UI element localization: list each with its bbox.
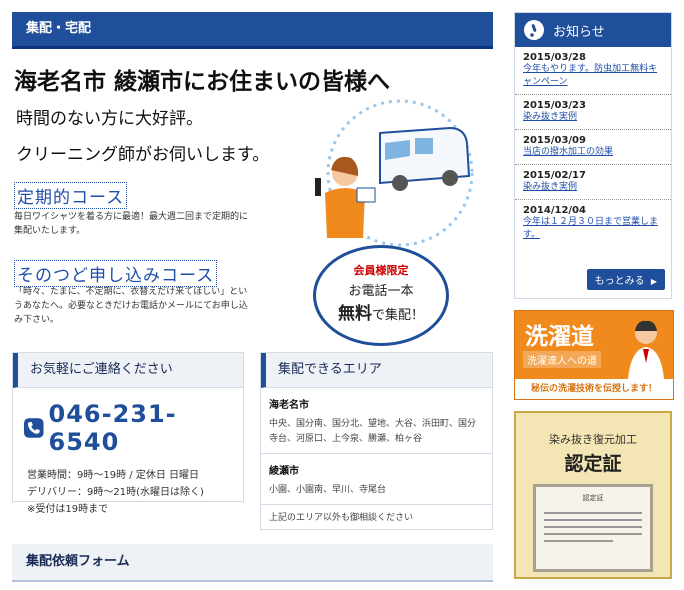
certificate-image: 認定証	[533, 484, 653, 572]
banner1-sub: 洗濯達人への道	[523, 351, 601, 368]
more-button[interactable]: もっとみる ▶	[586, 269, 665, 290]
city1-areas: 中央、国分南、国分北、望地、大谷、浜田町、国分寺台、河原口、上今泉、勝瀬、柏ヶ谷	[269, 419, 477, 444]
free-pickup-badge: 会員様限定 お電話一本 無料で集配！	[313, 245, 449, 346]
news-link[interactable]: 染み抜き実例	[523, 181, 663, 194]
city2-areas: 小園、小園南、早川、寺尾台	[269, 485, 387, 495]
course2-title: そのつど申し込みコース	[14, 260, 218, 287]
city2-name: 綾瀬市	[269, 466, 299, 477]
business-hours: 営業時間：9時〜19時 / 定休日 日曜日	[27, 470, 199, 481]
news-item: 2015/03/09 当店の撥水加工の効果	[515, 130, 671, 165]
certificate-banner[interactable]: 染み抜き復元加工 認定証 認定証	[514, 411, 672, 579]
lead-text-1: 時間のない方に大好評。	[16, 109, 203, 129]
area-box: 集配できるエリア 海老名市 中央、国分南、国分北、望地、大谷、浜田町、国分寺台、…	[260, 352, 493, 530]
banner2-line2: 認定証	[564, 453, 622, 475]
request-form-bar: 集配依頼フォーム	[12, 544, 493, 582]
certificate-inner-title: 認定証	[582, 494, 604, 502]
news-item: 2015/03/23 染み抜き実例	[515, 95, 671, 130]
badge-phone-call: お電話一本	[348, 284, 414, 299]
lead-text-2: クリーニング師がお伺いします。	[16, 145, 270, 165]
banner1-caption: 秘伝の洗濯技術を伝授します！	[515, 379, 673, 399]
city1-name: 海老名市	[269, 400, 309, 411]
more-label: もっとみる	[594, 276, 645, 287]
washing-way-banner[interactable]: 洗濯道 洗濯達人への道 秘伝の洗濯技術を伝授します！	[514, 310, 674, 400]
banner2-line1: 染み抜き復元加工	[549, 433, 637, 446]
news-link[interactable]: 染み抜き実例	[523, 111, 663, 124]
page-headline: 海老名市 綾瀬市にお住まいの皆様へ	[14, 68, 391, 95]
area-title: 集配できるエリア	[261, 353, 492, 388]
news-link[interactable]: 今年もやります。防虫加工無料キャンペーン	[523, 63, 663, 89]
info-icon	[524, 20, 544, 40]
news-date: 2014/12/04	[523, 205, 586, 216]
instructor-icon	[628, 320, 664, 379]
phone-icon	[23, 418, 44, 438]
phone-row[interactable]: 046-231-6540	[23, 400, 243, 456]
badge-pickup-word: で集配！	[371, 308, 424, 323]
news-date: 2015/02/17	[523, 170, 586, 181]
phone-number[interactable]: 046-231-6540	[49, 400, 243, 456]
area-note: 上記のエリア以外も御相談ください	[269, 513, 414, 523]
badge-free-pickup: 無料で集配！	[316, 299, 446, 324]
area-city1: 海老名市 中央、国分南、国分北、望地、大谷、浜田町、国分寺台、河原口、上今泉、勝…	[261, 388, 492, 454]
caret-right-icon: ▶	[650, 277, 657, 286]
contact-title: お気軽にご連絡ください	[13, 353, 243, 388]
contact-box: お気軽にご連絡ください 046-231-6540 営業時間：9時〜19時 / 定…	[12, 352, 244, 515]
badge-members-only: 会員様限定	[353, 264, 409, 277]
news-item: 2014/12/04 今年は１２月３０日まで営業します。	[515, 200, 671, 247]
course1-title: 定期的コース	[14, 182, 128, 209]
staff-person-icon	[315, 156, 376, 238]
news-title: お知らせ	[553, 24, 605, 40]
news-box: お知らせ 2015/03/28 今年もやります。防虫加工無料キャンペーン 201…	[514, 12, 672, 299]
section-bar: 集配・宅配	[12, 12, 493, 49]
delivery-hours: デリバリー：9時〜21時(水曜日は除く)	[27, 487, 204, 498]
reception-note: ※受付は19時まで	[27, 504, 109, 515]
certificate-text-lines	[544, 507, 642, 547]
area-city2: 綾瀬市 小園、小園南、早川、寺尾台	[261, 454, 492, 505]
news-link[interactable]: 今年は１２月３０日まで営業します。	[523, 216, 663, 242]
news-link[interactable]: 当店の撥水加工の効果	[523, 146, 663, 159]
news-date: 2015/03/09	[523, 135, 586, 146]
news-date: 2015/03/23	[523, 100, 586, 111]
badge-free-word: 無料	[337, 304, 372, 324]
course1-desc: 毎日ワイシャツを着る方に最適！最大週二回まで定期的に集配いたします。	[14, 212, 249, 236]
course2-desc: 「時々、たまに、不定期に、衣替えだけ来てほしい」というあなたへ。必要なときだけお…	[14, 287, 248, 325]
news-item: 2015/02/17 染み抜き実例	[515, 165, 671, 200]
news-header: お知らせ	[515, 13, 671, 47]
news-date: 2015/03/28	[523, 52, 586, 63]
delivery-illustration	[315, 99, 474, 247]
van-icon	[379, 126, 471, 191]
banner1-title: 洗濯道	[525, 323, 594, 350]
news-item: 2015/03/28 今年もやります。防虫加工無料キャンペーン	[515, 47, 671, 95]
